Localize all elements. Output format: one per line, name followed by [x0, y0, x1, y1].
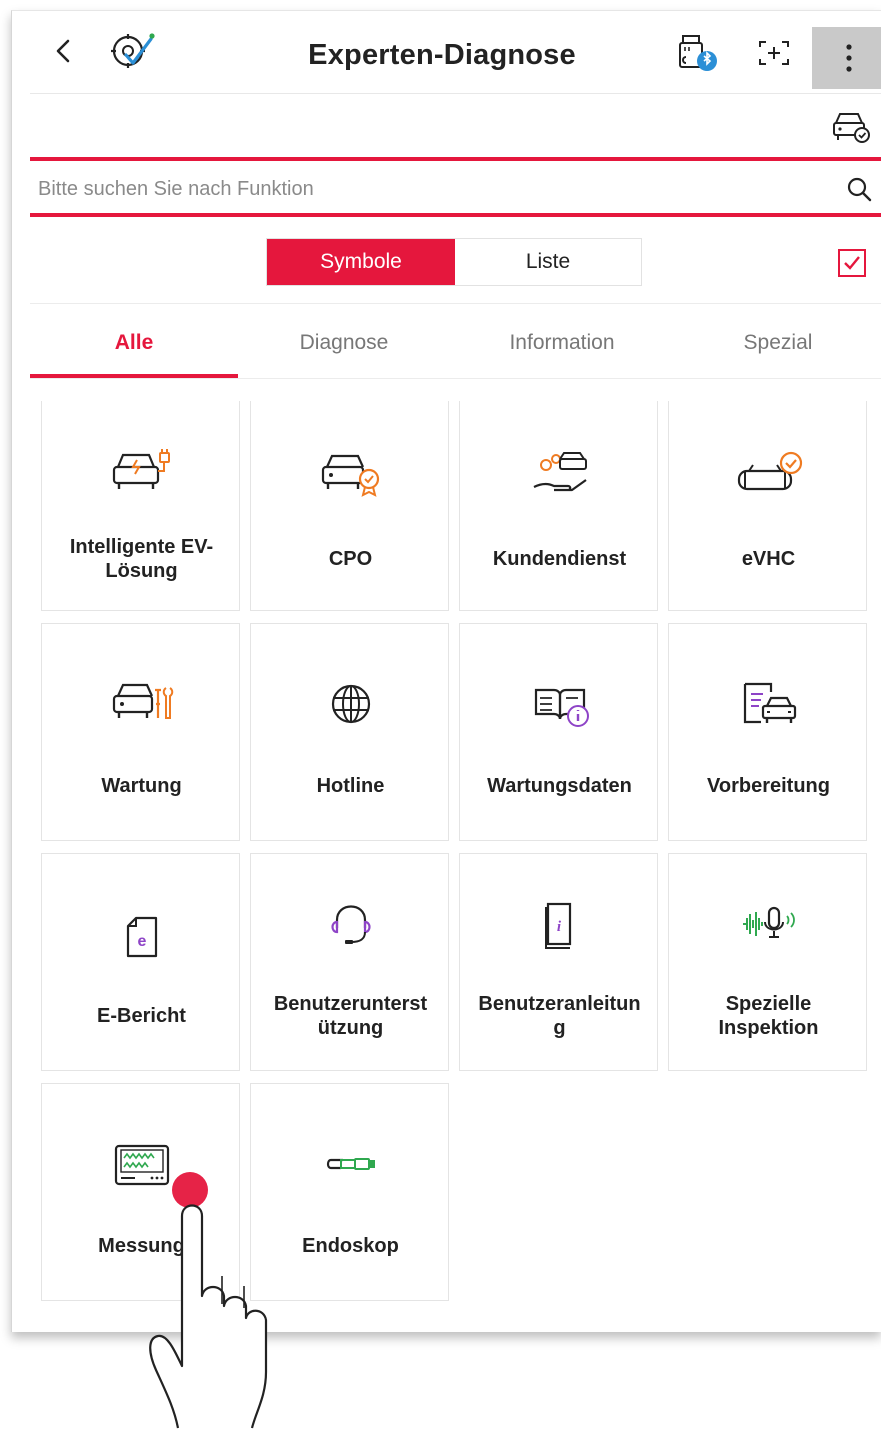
manual-icon: i	[545, 902, 572, 949]
e-report-icon: e	[126, 916, 158, 958]
svg-text:i: i	[557, 919, 562, 935]
tab-diagnose[interactable]: Diagnose	[240, 331, 448, 355]
pointing-hand-icon	[149, 1204, 268, 1429]
tile-kundendienst[interactable]: Kundendienst	[459, 401, 658, 611]
active-tab-indicator	[30, 374, 238, 378]
tile-label: Wartungsdaten	[487, 775, 632, 797]
tile-label: CPO	[328, 548, 373, 570]
app-window: Experten-Diagnose Bitte suchen Sie nach …	[11, 10, 881, 1332]
tab-spezial[interactable]: Spezial	[674, 331, 881, 355]
tile-wartungsdaten[interactable]: Wartungsdaten	[459, 623, 658, 841]
tile-label: eVHC	[741, 548, 796, 570]
endoscope-icon	[326, 1158, 375, 1170]
tile-wartung[interactable]: Wartung	[41, 623, 240, 841]
tile-cpo[interactable]: CPO	[250, 401, 449, 611]
diagnose-logo-icon	[104, 27, 160, 73]
tile-label: Benutzerunterst ützung	[273, 993, 428, 1039]
globe-icon	[331, 684, 371, 724]
symbols-view-button[interactable]: Symbole	[267, 239, 455, 285]
tile-label: Benutzeranleitun g	[478, 993, 641, 1039]
screenshot-plus-icon	[759, 41, 789, 65]
category-tabs: Alle Diagnose Information Spezial	[30, 311, 881, 379]
view-mode-toggle: Symbole Liste	[266, 238, 642, 286]
voice-inspection-icon	[743, 906, 795, 938]
page-title: Experten-Diagnose	[308, 39, 576, 71]
tile-evhc[interactable]: eVHC	[668, 401, 867, 611]
tile-label: Intelligente EV-Lösung	[69, 536, 214, 582]
screenshot-button[interactable]	[754, 35, 794, 71]
search-bar[interactable]: Bitte suchen Sie nach Funktion	[30, 157, 881, 217]
back-arrow-icon	[56, 39, 70, 63]
document-car-icon	[743, 682, 797, 724]
top-bar: Experten-Diagnose	[12, 11, 881, 93]
divider	[30, 93, 881, 94]
tile-label: Spezielle Inspektion	[718, 993, 819, 1039]
car-check-status-icon	[833, 113, 870, 143]
svg-text:e: e	[138, 933, 147, 950]
tile-vorbereitung[interactable]: Vorbereitung	[668, 623, 867, 841]
tile-e-bericht[interactable]: e E-Bericht	[41, 853, 240, 1071]
tab-alle[interactable]: Alle	[30, 331, 238, 355]
tile-benutzerunterstuetzung[interactable]: Benutzerunterst ützung	[250, 853, 449, 1071]
checkmark-icon	[844, 256, 860, 270]
select-checkbox[interactable]	[838, 249, 866, 277]
tab-information[interactable]: Information	[458, 331, 666, 355]
book-info-icon	[534, 688, 589, 727]
tile-spezielle-inspektion[interactable]: Spezielle Inspektion	[668, 853, 867, 1071]
car-service-hand-icon	[533, 452, 587, 492]
tile-label: Wartung	[101, 775, 182, 797]
search-icon[interactable]	[846, 176, 872, 202]
ev-car-charging-icon	[112, 449, 170, 489]
tile-hotline[interactable]: Hotline	[250, 623, 449, 841]
headset-icon	[331, 905, 371, 944]
tile-label: Hotline	[316, 775, 385, 797]
car-certified-icon	[321, 454, 380, 497]
list-view-button[interactable]: Liste	[455, 239, 641, 285]
divider	[30, 303, 881, 304]
vci-bluetooth-icon	[679, 35, 717, 71]
search-input[interactable]: Bitte suchen Sie nach Funktion	[38, 178, 314, 201]
back-button[interactable]	[46, 31, 82, 71]
tile-label: Vorbereitung	[707, 775, 830, 797]
tile-intelligente-ev-loesung[interactable]: Intelligente EV-Lösung	[41, 401, 240, 611]
vehicle-status-button[interactable]	[830, 109, 872, 145]
tile-benutzeranleitung[interactable]: i Benutzeranleitun g	[459, 853, 658, 1071]
more-vertical-icon	[846, 44, 852, 72]
tile-label: E-Bericht	[97, 1005, 186, 1027]
car-check-icon	[737, 451, 803, 491]
vci-bluetooth-button[interactable]	[674, 29, 726, 77]
tile-label: Kundendienst	[492, 548, 627, 570]
more-menu-button[interactable]	[812, 27, 881, 89]
car-tools-icon	[112, 683, 174, 719]
